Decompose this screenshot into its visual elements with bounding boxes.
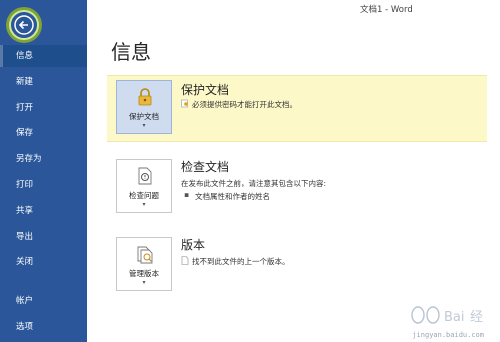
- sidebar-item-export[interactable]: 导出: [0, 226, 87, 248]
- tile-label: 保护文档: [129, 112, 159, 121]
- section-title: 版本: [181, 238, 206, 252]
- key-icon: [181, 99, 188, 108]
- sidebar-item-share[interactable]: 共享: [0, 200, 87, 222]
- document-icon: [181, 256, 189, 265]
- check-issues-button[interactable]: 检查问题 ▾: [116, 159, 172, 213]
- page-title: 信息: [111, 40, 151, 64]
- sidebar-item-info[interactable]: 信息: [0, 45, 87, 67]
- svg-text:经: 经: [470, 310, 483, 325]
- sidebar-item-options[interactable]: 选项: [0, 316, 87, 338]
- watermark-url: jingyan.baidu.com: [412, 331, 484, 339]
- chevron-down-icon: ▾: [142, 122, 146, 129]
- manage-versions-button[interactable]: 管理版本 ▾: [116, 237, 172, 291]
- manage-versions-icon: [137, 246, 153, 264]
- section-bullet-item: 文档属性和作者的姓名: [195, 192, 270, 201]
- lock-icon: [138, 88, 152, 106]
- sidebar-item-new[interactable]: 新建: [0, 71, 87, 93]
- chevron-down-icon: ▾: [142, 279, 146, 286]
- sidebar-item-account[interactable]: 帐户: [0, 290, 87, 312]
- sidebar-item-print[interactable]: 打印: [0, 174, 87, 196]
- protect-document-button[interactable]: 保护文档 ▾: [116, 80, 172, 134]
- section-title: 保护文档: [181, 83, 230, 97]
- back-arrow-icon: [14, 15, 34, 35]
- inspect-document-icon: [138, 167, 152, 185]
- tile-label: 检查问题: [129, 191, 159, 200]
- back-button[interactable]: [9, 10, 39, 40]
- bullet-icon: ▪: [184, 190, 190, 199]
- section-description: 必须提供密码才能打开此文档。: [192, 100, 297, 109]
- backstage-sidebar: 信息 新建 打开 保存 另存为 打印 共享 导出 关闭 帐户 选项: [0, 0, 87, 342]
- sidebar-item-save-as[interactable]: 另存为: [0, 148, 87, 170]
- section-title: 检查文档: [181, 160, 230, 174]
- window-title: 文档1 - Word: [360, 5, 413, 15]
- chevron-down-icon: ▾: [142, 201, 146, 208]
- section-description: 在发布此文件之前，请注意其包含以下内容:: [181, 179, 327, 188]
- sidebar-item-save[interactable]: 保存: [0, 122, 87, 144]
- tile-label: 管理版本: [129, 269, 159, 278]
- sidebar-item-close[interactable]: 关闭: [0, 251, 87, 273]
- sidebar-item-open[interactable]: 打开: [0, 97, 87, 119]
- svg-text:Bai: Bai: [444, 310, 465, 325]
- section-description: 找不到此文件的上一个版本。: [192, 257, 290, 266]
